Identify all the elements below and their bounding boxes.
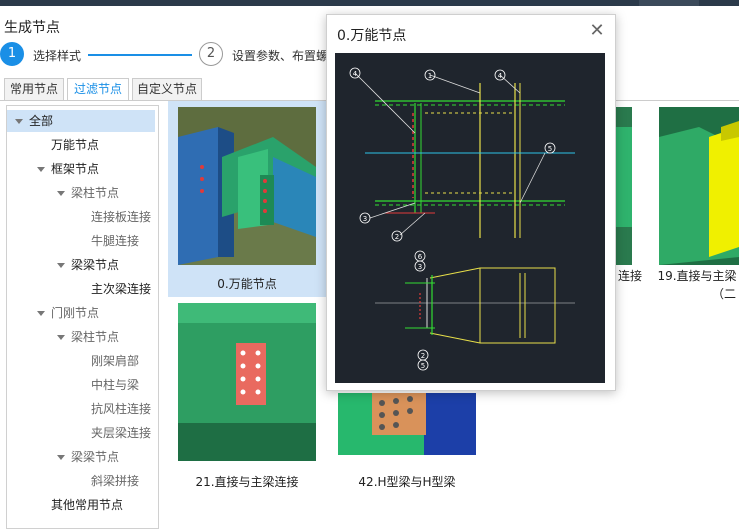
tree-item-label: 主次梁连接 — [91, 282, 152, 296]
callout: 3 — [418, 263, 422, 271]
chevron-down-icon[interactable] — [37, 311, 45, 316]
chevron-down-icon[interactable] — [57, 335, 65, 340]
tree-item-label: 抗风柱连接 — [91, 402, 152, 416]
node-caption: 0.万能节点 — [217, 277, 277, 291]
tree-item-universal[interactable]: 万能节点 — [51, 134, 99, 156]
callout: 2 — [421, 352, 425, 360]
tree-item-frame[interactable]: 框架节点 — [37, 158, 99, 180]
node-thumbnail — [659, 107, 739, 265]
tree-item-label: 连接板连接 — [91, 210, 152, 224]
tree-item-label: 梁柱节点 — [71, 186, 120, 200]
tree-item-label: 梁梁节点 — [71, 450, 120, 464]
node-caption: 21.直接与主梁连接 — [195, 475, 299, 489]
tree-item-portal-frame[interactable]: 门刚节点 — [37, 302, 99, 324]
tree-item-label: 万能节点 — [51, 138, 100, 152]
tree-item-bracket-connection[interactable]: 牛腿连接 — [91, 230, 139, 252]
chevron-down-icon[interactable] — [37, 167, 45, 172]
chevron-down-icon[interactable] — [57, 263, 65, 268]
tree-item-frame-shoulder[interactable]: 刚架肩部 — [91, 350, 139, 372]
callout: 6 — [418, 253, 423, 261]
tree-item-all[interactable]: 全部 — [7, 110, 155, 132]
tree-item-label: 刚架肩部 — [91, 354, 140, 368]
chevron-down-icon[interactable] — [15, 119, 23, 124]
top-strip-accent — [639, 0, 699, 6]
tree-item-mezzanine-beam[interactable]: 夹层梁连接 — [91, 422, 151, 444]
category-tree: 全部 万能节点 框架节点 梁柱节点 连接板连接 牛腿连接 梁梁节点 主次梁连接 … — [6, 105, 159, 529]
tree-item-other-common[interactable]: 其他常用节点 — [51, 494, 123, 516]
step-connector — [88, 54, 192, 56]
tree-item-label: 夹层梁连接 — [91, 426, 152, 440]
tree-item-label: 梁梁节点 — [71, 258, 120, 272]
callout: 1 — [428, 72, 432, 80]
tree-item-portal-beam-column[interactable]: 梁柱节点 — [57, 326, 119, 348]
callout: 5 — [421, 362, 425, 370]
tree-item-label: 梁柱节点 — [71, 330, 120, 344]
node-caption: 42.H型梁与H型梁 — [358, 475, 456, 489]
tree-item-plate-connection[interactable]: 连接板连接 — [91, 206, 151, 228]
tree-item-main-secondary-beam[interactable]: 主次梁连接 — [91, 278, 151, 300]
tree-item-sloped-beam-splice[interactable]: 斜梁拼接 — [91, 470, 139, 492]
node-thumbnail — [178, 303, 316, 461]
callout: 2 — [395, 233, 399, 241]
callout: 5 — [548, 145, 552, 153]
tree-item-label: 门刚节点 — [51, 306, 100, 320]
tree-item-frame-beam-beam[interactable]: 梁梁节点 — [57, 254, 119, 276]
close-icon[interactable]: ✕ — [589, 22, 605, 40]
node-caption-line2: （二 — [711, 287, 736, 301]
top-window-strip — [0, 0, 739, 6]
callout: 4 — [353, 70, 358, 78]
tree-item-wind-column[interactable]: 抗风柱连接 — [91, 398, 151, 420]
step-1-label: 选择样式 — [33, 49, 82, 63]
popup-title: 0.万能节点 — [337, 28, 407, 44]
tree-item-label: 中柱与梁 — [91, 378, 140, 392]
chevron-down-icon[interactable] — [57, 191, 65, 196]
tree-item-middle-column-beam[interactable]: 中柱与梁 — [91, 374, 139, 396]
callout: 4 — [498, 72, 503, 80]
node-preview-popup: 0.万能节点 ✕ 4 1 4 5 3 2 6 3 2 5 — [326, 14, 616, 391]
tree-item-label: 牛腿连接 — [91, 234, 140, 248]
callout: 3 — [363, 215, 367, 223]
node-thumbnail — [178, 107, 316, 265]
tree-item-label: 全部 — [29, 114, 54, 128]
node-card-direct-main-beam-2[interactable]: 19.直接与主梁 （二 — [652, 101, 739, 301]
tree-item-label: 框架节点 — [51, 162, 100, 176]
node-card-universal[interactable]: 0.万能节点 — [168, 101, 326, 297]
tree-item-label: 斜梁拼接 — [91, 474, 140, 488]
node-card-direct-main-beam[interactable]: 21.直接与主梁连接 — [168, 297, 326, 493]
tree-item-frame-beam-column[interactable]: 梁柱节点 — [57, 182, 119, 204]
step-1-circle[interactable]: 1 — [0, 42, 24, 66]
node-thumbnail — [338, 393, 476, 455]
tab-custom-nodes[interactable]: 自定义节点 — [132, 78, 202, 100]
tree-item-portal-beam-beam[interactable]: 梁梁节点 — [57, 446, 119, 468]
node-drawing: 4 1 4 5 3 2 6 3 2 5 — [335, 53, 605, 383]
window-title: 生成节点 — [4, 20, 60, 36]
step-2-label: 设置参数、布置螺 — [232, 49, 329, 63]
tree-item-label: 其他常用节点 — [51, 498, 124, 512]
chevron-down-icon[interactable] — [57, 455, 65, 460]
node-caption: 19.直接与主梁 — [657, 269, 737, 283]
tab-common-nodes[interactable]: 常用节点 — [4, 78, 64, 100]
step-2-circle[interactable]: 2 — [199, 42, 223, 66]
tab-filter-nodes[interactable]: 过滤节点 — [67, 78, 129, 101]
